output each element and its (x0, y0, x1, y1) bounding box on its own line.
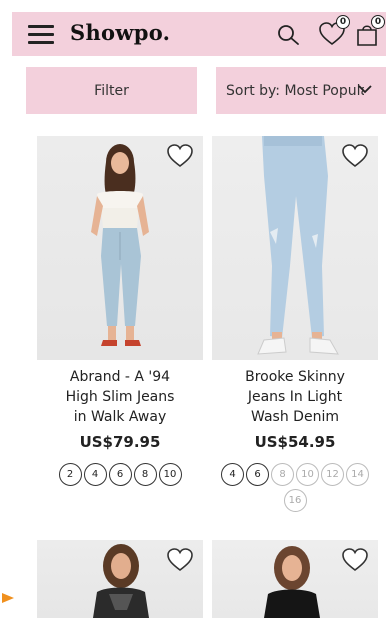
size-option-unavailable[interactable]: 10 (296, 463, 319, 486)
wishlist-heart-icon[interactable] (340, 547, 370, 573)
product-price: US$54.95 (254, 433, 336, 451)
filter-label: Filter (94, 82, 129, 99)
size-option[interactable]: 2 (58, 463, 82, 486)
site-header: Showpo. 0 0 (12, 12, 386, 56)
chevron-down-icon (358, 85, 372, 94)
size-options: 2 4 6 8 10 (37, 463, 203, 486)
product-image[interactable] (37, 136, 203, 360)
sort-dropdown[interactable]: Sort by: Most Popular (216, 67, 386, 114)
pointer-arrow-icon (2, 593, 14, 603)
wishlist-heart-icon[interactable] (340, 143, 370, 169)
size-option[interactable]: 4 (221, 463, 244, 486)
size-option[interactable]: 10 (158, 463, 182, 486)
size-option-unavailable[interactable]: 12 (321, 463, 344, 486)
wishlist-count-badge: 0 (336, 15, 350, 29)
product-price: US$79.95 (79, 433, 161, 451)
product-title[interactable]: Abrand - A '94 High Slim Jeans in Walk A… (37, 367, 203, 427)
size-option[interactable]: 8 (133, 463, 157, 486)
product-title[interactable]: Brooke Skinny Jeans In Light Wash Denim (212, 367, 378, 427)
size-option[interactable]: 6 (108, 463, 132, 486)
wishlist-heart-icon[interactable] (165, 143, 195, 169)
product-image[interactable] (212, 540, 378, 618)
size-option-unavailable[interactable]: 16 (283, 489, 307, 512)
wishlist-heart-icon[interactable] (165, 547, 195, 573)
sort-label: Sort by: Most Popular (226, 82, 364, 99)
product-image[interactable] (37, 540, 203, 618)
filter-button[interactable]: Filter (26, 67, 197, 114)
size-options: 4 6 8 10 12 14 16 (212, 463, 378, 512)
size-option[interactable]: 6 (246, 463, 269, 486)
hamburger-icon[interactable] (28, 25, 54, 44)
size-option-unavailable[interactable]: 14 (346, 463, 369, 486)
product-image[interactable] (212, 136, 378, 360)
model-figure (91, 144, 149, 346)
size-option-unavailable[interactable]: 8 (271, 463, 294, 486)
size-option[interactable]: 4 (83, 463, 107, 486)
bag-count-badge: 0 (371, 15, 385, 29)
site-logo[interactable]: Showpo. (70, 20, 170, 45)
model-figure (257, 136, 339, 355)
search-icon[interactable] (276, 23, 302, 47)
